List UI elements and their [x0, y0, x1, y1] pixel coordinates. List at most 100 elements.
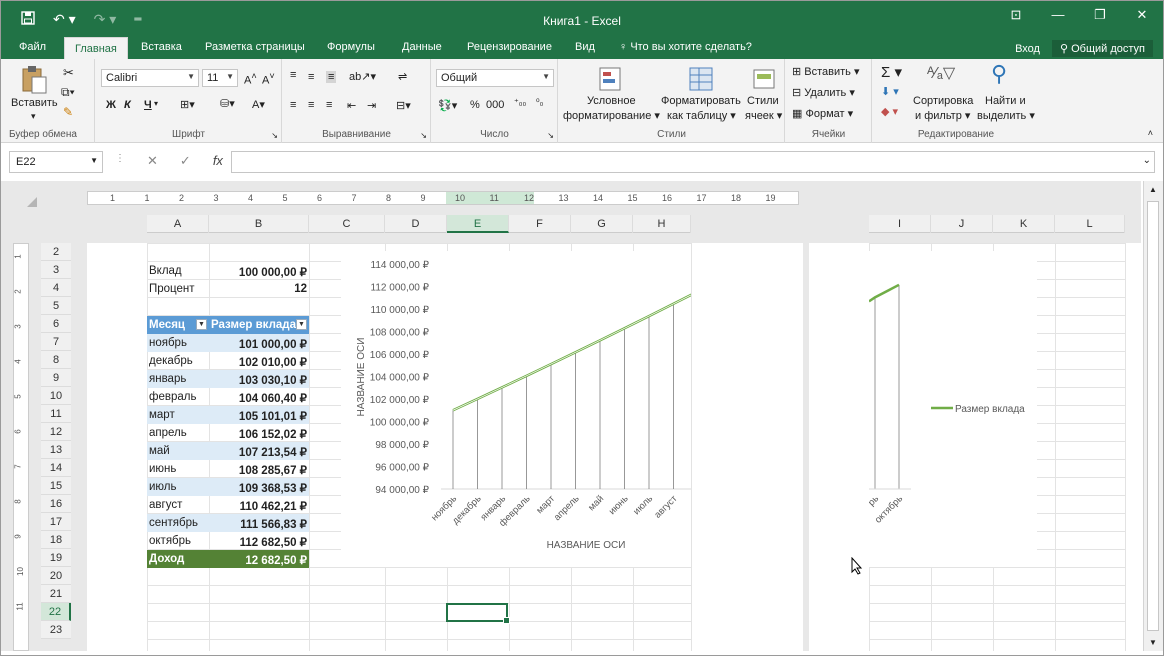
decrease-decimal-icon[interactable]: ⁰₀ [536, 97, 543, 108]
orientation-icon[interactable]: ab↗▾ [349, 70, 376, 83]
row-header-18[interactable]: 18 [41, 531, 71, 549]
table-cell-month[interactable]: август [147, 496, 209, 514]
wrap-text-icon[interactable]: ⇌ [398, 70, 407, 83]
decrease-indent-icon[interactable]: ⇤ [347, 99, 356, 112]
percent-label[interactable]: Процент [147, 280, 209, 298]
row-header-5[interactable]: 5 [41, 297, 71, 315]
table-cell-deposit[interactable]: 105 101,01 ₽ [209, 406, 309, 424]
line-chart[interactable]: 94 000,00 ₽ 96 000,00 ₽ 98 000,00 ₽ 100 000… [341, 251, 691, 567]
paste-icon[interactable] [21, 65, 49, 94]
table-cell-month[interactable]: июнь [147, 460, 209, 478]
table-cell-month[interactable]: март [147, 406, 209, 424]
grow-font-icon[interactable]: A˄ [244, 71, 257, 87]
row-header-11[interactable]: 11 [41, 405, 71, 423]
login-link[interactable]: Вход [1015, 43, 1040, 55]
underline-dropdown-icon[interactable]: ▾ [154, 99, 158, 108]
number-format-combo[interactable]: Общий ▼ [436, 69, 554, 87]
row-header-8[interactable]: 8 [41, 351, 71, 369]
select-all-corner[interactable] [27, 197, 37, 207]
delete-cells-button[interactable]: ⊟ Удалить ▾ [792, 86, 855, 99]
cancel-icon[interactable]: ✕ [147, 153, 158, 169]
table-cell-deposit[interactable]: 108 285,67 ₽ [209, 460, 309, 478]
font-color-icon[interactable]: A▾ [252, 98, 265, 111]
table-cell-month[interactable]: сентябрь [147, 514, 209, 532]
expand-formula-icon[interactable]: ⌄ [1143, 155, 1151, 166]
table-cell-deposit[interactable]: 106 152,02 ₽ [209, 424, 309, 442]
borders-icon[interactable]: ⊞▾ [180, 98, 195, 111]
row-header-13[interactable]: 13 [41, 441, 71, 459]
table-cell-deposit[interactable]: 111 566,83 ₽ [209, 514, 309, 532]
row-header-19[interactable]: 19 [41, 549, 71, 567]
tell-me-box[interactable]: ♀ Что вы хотите сделать? [619, 41, 752, 53]
row-header-21[interactable]: 21 [41, 585, 71, 603]
tab-data[interactable]: Данные [402, 41, 442, 53]
row-header-20[interactable]: 20 [41, 567, 71, 585]
collapse-ribbon-icon[interactable]: ˄ [1148, 128, 1153, 138]
sort-filter-line1[interactable]: Сортировка [913, 95, 973, 107]
bold-button[interactable]: Ж [106, 99, 116, 111]
row-header-7[interactable]: 7 [41, 333, 71, 351]
scroll-up-icon[interactable]: ▲ [1149, 185, 1157, 194]
tab-view[interactable]: Вид [575, 41, 595, 53]
align-top-icon[interactable]: ≡ [290, 69, 296, 81]
fill-color-icon[interactable]: ⛁▾ [220, 97, 235, 110]
tab-file[interactable]: Файл [19, 41, 46, 53]
align-bottom-icon[interactable]: ≡ [326, 71, 337, 83]
table-cell-deposit[interactable]: 109 368,53 ₽ [209, 478, 309, 496]
row-header-9[interactable]: 9 [41, 369, 71, 387]
font-size-combo[interactable]: 11 ▼ [202, 69, 238, 87]
table-header-deposit[interactable]: Размер вклада ▼ [209, 316, 309, 334]
column-header-d[interactable]: D [385, 215, 447, 233]
scrollbar-thumb[interactable] [1147, 201, 1159, 631]
insert-function-icon[interactable]: fx [213, 153, 223, 169]
column-header-b[interactable]: B [209, 215, 309, 233]
merge-center-icon[interactable]: ⊟▾ [396, 99, 411, 112]
row-header-2[interactable]: 2 [41, 243, 71, 261]
table-cell-month[interactable]: май [147, 442, 209, 460]
sort-filter-button[interactable]: и фильтр ▾ [915, 109, 970, 122]
table-cell-month[interactable]: декабрь [147, 352, 209, 370]
column-header-e[interactable]: E [447, 215, 509, 233]
table-cell-deposit[interactable]: 110 462,21 ₽ [209, 496, 309, 514]
row-header-17[interactable]: 17 [41, 513, 71, 531]
paste-button[interactable]: Вставить [11, 97, 58, 109]
table-cell-month[interactable]: октябрь [147, 532, 209, 550]
clear-icon[interactable]: ◆ ▾ [881, 105, 898, 118]
filter-dropdown-icon[interactable]: ▼ [296, 319, 307, 330]
restore-icon[interactable]: ❐ [1079, 7, 1121, 23]
ribbon-display-icon[interactable]: ⊡ [995, 7, 1037, 23]
deposit-value[interactable]: 100 000,00 ₽ [209, 262, 309, 280]
format-cells-button[interactable]: ▦ Формат ▾ [792, 107, 853, 120]
align-right-icon[interactable]: ≡ [326, 99, 332, 111]
font-name-combo[interactable]: Calibri ▼ [101, 69, 199, 87]
format-as-table-line1[interactable]: Форматировать [661, 95, 741, 107]
percent-value[interactable]: 12 [209, 280, 309, 298]
column-header-i[interactable]: I [869, 215, 931, 233]
share-button[interactable]: ⚲ Общий доступ [1051, 40, 1153, 57]
fill-icon[interactable]: ⬇ ▾ [881, 85, 899, 98]
filter-dropdown-icon[interactable]: ▼ [196, 319, 207, 330]
autosum-icon[interactable]: Σ ▾ [881, 63, 902, 81]
deposit-label[interactable]: Вклад [147, 262, 209, 280]
table-cell-deposit[interactable]: 107 213,54 ₽ [209, 442, 309, 460]
income-label[interactable]: Доход [147, 550, 209, 568]
row-header-23[interactable]: 23 [41, 621, 71, 639]
income-value[interactable]: 12 682,50 ₽ [209, 550, 309, 568]
cut-icon[interactable]: ✂ [63, 65, 74, 81]
table-header-month[interactable]: Месяц ▼ [147, 316, 209, 334]
currency-icon[interactable]: 💱▾ [438, 99, 457, 112]
tab-formulas[interactable]: Формулы [327, 41, 375, 53]
vertical-scrollbar[interactable]: ▲ ▼ [1143, 181, 1163, 651]
row-header-3[interactable]: 3 [41, 261, 71, 279]
insert-cells-button[interactable]: ⊞ Вставить ▾ [792, 65, 860, 78]
paste-dropdown-icon[interactable]: ▾ [31, 111, 36, 122]
column-header-g[interactable]: G [571, 215, 633, 233]
name-box[interactable]: E22 ▼ [9, 151, 103, 173]
align-middle-icon[interactable]: ≡ [308, 71, 314, 83]
increase-decimal-icon[interactable]: ⁺₀₀ [514, 97, 526, 108]
scroll-down-icon[interactable]: ▼ [1149, 638, 1157, 647]
table-cell-month[interactable]: апрель [147, 424, 209, 442]
find-select-button[interactable]: выделить ▾ [977, 109, 1035, 122]
table-cell-deposit[interactable]: 101 000,00 ₽ [209, 334, 309, 352]
conditional-formatting-line1[interactable]: Условное [587, 95, 636, 107]
